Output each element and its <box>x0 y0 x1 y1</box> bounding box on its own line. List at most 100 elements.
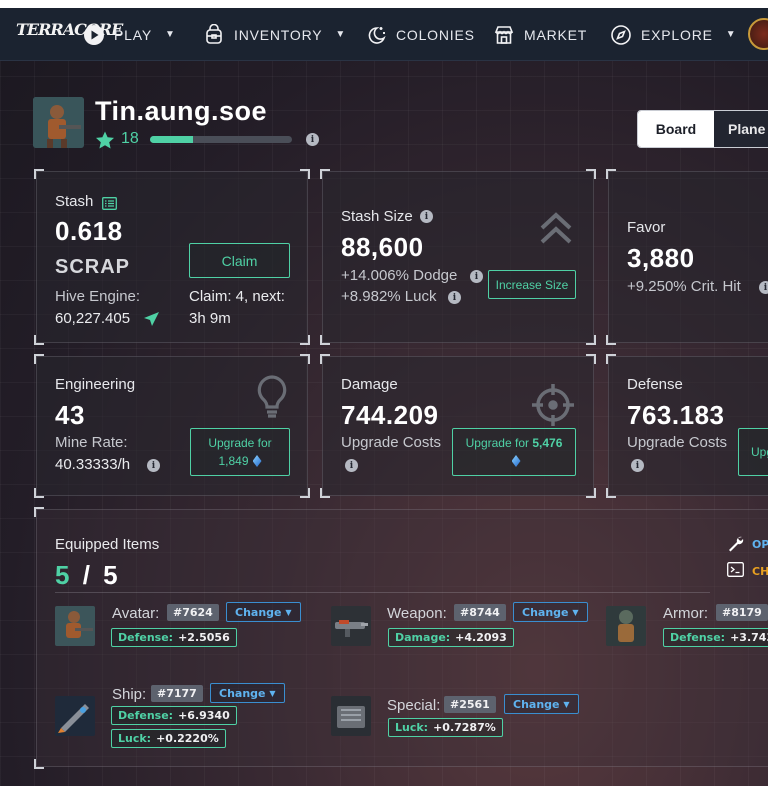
lightbulb-icon <box>255 374 289 422</box>
nav-explore-label: EXPLORE <box>641 26 713 43</box>
damage-card: Damage 744.209 Upgrade Costs i Upgrade f… <box>320 354 596 498</box>
info-icon[interactable]: i <box>147 459 160 472</box>
ship-item-name: Ship: <box>112 686 147 703</box>
top-nav: TERRACORE PLAY ▼ INVENTORY ▼ COLONIES MA… <box>0 8 768 61</box>
stash-size-label: Stash Size <box>341 208 413 225</box>
engineering-upgrade-button[interactable]: Upgrade for 1,849 <box>190 428 290 476</box>
equipped-count: 5 / 5 <box>55 560 121 590</box>
nav-play[interactable]: PLAY ▼ <box>83 8 176 61</box>
app-stage: TERRACORE PLAY ▼ INVENTORY ▼ COLONIES MA… <box>0 8 768 786</box>
favor-card: Favor 3,880 +9.250% Crit. Hit i <box>606 169 768 345</box>
nav-play-label: PLAY <box>114 26 152 43</box>
increase-size-button[interactable]: Increase Size <box>488 270 576 299</box>
stat-value: +0.7287% <box>433 721 496 734</box>
special-stat: Luck: +0.7287% <box>388 718 503 737</box>
list-icon[interactable] <box>102 195 117 214</box>
special-item-image[interactable] <box>331 696 371 736</box>
ship-change-button[interactable]: Change ▼ <box>210 683 285 703</box>
special-item-id: #2561 <box>444 696 496 713</box>
xp-progress-fill <box>150 136 193 143</box>
level-number: 18 <box>121 130 139 147</box>
hive-engine-label: Hive Engine: <box>55 288 141 305</box>
info-icon[interactable]: i <box>631 459 644 472</box>
xp-progress-bar <box>150 136 292 143</box>
info-icon[interactable]: i <box>306 133 319 146</box>
upgrade-label: Upgrade for <box>465 436 529 450</box>
play-icon <box>83 24 105 46</box>
damage-label: Damage <box>341 376 398 393</box>
character-link[interactable]: CH <box>752 565 768 578</box>
favor-label: Favor <box>627 219 666 236</box>
info-icon[interactable]: i <box>345 459 358 472</box>
divider <box>55 592 710 593</box>
defense-upgrade-button[interactable]: Upg <box>738 428 768 476</box>
mine-rate-label: Mine Rate: <box>55 434 128 451</box>
nav-explore[interactable]: EXPLORE ▼ <box>610 8 736 61</box>
info-icon[interactable]: i <box>759 281 768 294</box>
optimize-link[interactable]: OP <box>752 538 768 551</box>
defense-costs-label: Upgrade Costs <box>627 434 728 451</box>
ship-item-id: #7177 <box>151 685 203 702</box>
claim-time: 3h 9m <box>189 310 231 327</box>
nav-market-label: MARKET <box>524 26 588 43</box>
avatar-item-image[interactable] <box>55 606 95 646</box>
claim-button[interactable]: Claim <box>189 243 290 278</box>
stat-value: +0.2220% <box>156 732 219 745</box>
caret-down-icon: ▼ <box>285 607 292 617</box>
nav-inventory-label: INVENTORY <box>234 26 323 43</box>
stat-key: Defense: <box>670 631 726 644</box>
armor-item-name: Armor: <box>663 605 708 622</box>
armor-stat: Defense: +3.7437 <box>663 628 768 647</box>
stash-size-card: Stash Size i 88,600 +14.006% Dodge i +8.… <box>320 169 596 345</box>
stat-value: +4.2093 <box>455 631 507 644</box>
stat-key: Luck: <box>395 721 429 734</box>
claim-info: Claim: 4, next: <box>189 288 285 305</box>
armor-item-image[interactable] <box>606 606 646 646</box>
profile-avatar <box>33 97 84 148</box>
avatar-change-button[interactable]: Change ▼ <box>226 602 301 622</box>
stash-size-value: 88,600 <box>341 232 424 262</box>
send-icon[interactable] <box>143 311 160 331</box>
double-chevron-up-icon <box>538 210 574 250</box>
weapon-item-id: #8744 <box>454 604 506 621</box>
special-item-name: Special: <box>387 697 441 714</box>
user-avatar-button[interactable] <box>748 18 768 50</box>
info-icon[interactable]: i <box>470 270 483 283</box>
weapon-change-button[interactable]: Change ▼ <box>513 602 588 622</box>
stash-card: Stash 0.618 SCRAP Claim Hive Engine: 60,… <box>34 169 310 345</box>
nav-colonies[interactable]: COLONIES <box>365 8 475 61</box>
engineering-value: 43 <box>55 400 85 430</box>
chevron-down-icon: ▼ <box>335 29 347 40</box>
info-icon[interactable]: i <box>420 210 433 223</box>
backpack-icon <box>203 23 225 46</box>
damage-value: 744.209 <box>341 400 439 430</box>
upgrade-label: Upgrade for <box>208 436 272 450</box>
store-icon <box>493 24 515 46</box>
avatar-item-name: Avatar: <box>112 605 160 622</box>
defense-value: 763.183 <box>627 400 725 430</box>
weapon-item-name: Weapon: <box>387 605 447 622</box>
info-icon[interactable]: i <box>448 291 461 304</box>
stat-key: Luck: <box>118 732 152 745</box>
ship-item-image[interactable] <box>55 696 95 736</box>
nav-market[interactable]: MARKET <box>493 8 587 61</box>
toggle-board[interactable]: Board <box>638 111 714 147</box>
toggle-planet[interactable]: Plane <box>714 111 768 147</box>
wrench-icon[interactable] <box>727 535 744 556</box>
avatar-item-id: #7624 <box>167 604 219 621</box>
equipped-items-title: Equipped Items <box>55 536 160 553</box>
nav-colonies-label: COLONIES <box>396 26 475 43</box>
damage-upgrade-button[interactable]: Upgrade for 5,476 <box>452 428 576 476</box>
defense-card: Defense 763.183 Upgrade Costs i Upg <box>606 354 768 498</box>
special-change-button[interactable]: Change ▼ <box>504 694 579 714</box>
nav-inventory[interactable]: INVENTORY ▼ <box>203 8 346 61</box>
weapon-item-image[interactable] <box>331 606 371 646</box>
terminal-icon[interactable] <box>727 562 744 581</box>
equipped-total: 5 <box>103 560 121 590</box>
caret-down-icon: ▼ <box>563 699 570 709</box>
gem-icon <box>252 455 262 467</box>
gem-icon <box>511 455 521 467</box>
damage-costs-label: Upgrade Costs <box>341 434 442 451</box>
favor-value: 3,880 <box>627 243 695 273</box>
change-label: Change <box>235 605 282 619</box>
